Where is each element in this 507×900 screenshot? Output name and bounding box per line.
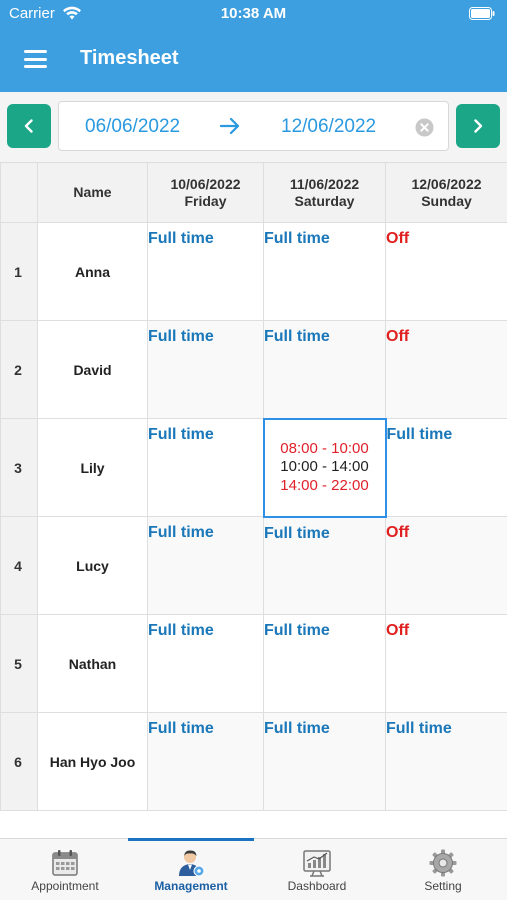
shift-cell[interactable]: Full time	[263, 222, 386, 321]
shift-cell[interactable]: Full time	[263, 320, 386, 419]
shift-label: Full time	[386, 426, 453, 443]
shift-cell[interactable]: Full time	[385, 418, 507, 517]
page-title: Timesheet	[80, 47, 179, 69]
day-header-date: 11/06/2022	[289, 175, 360, 192]
time-slot: 14:00 - 22:00	[280, 476, 369, 494]
calendar-icon	[52, 850, 78, 876]
shift-label: Full time	[264, 524, 330, 542]
shift-label: Full time	[386, 720, 452, 737]
day-header-weekday: Friday	[184, 192, 227, 209]
shift-label: Off	[386, 230, 410, 247]
day-header-date: 12/06/2022	[411, 175, 482, 192]
shift-cell[interactable]: Full time	[147, 516, 264, 615]
tab-label: Dashboard	[287, 879, 347, 893]
shift-label: Off	[386, 328, 410, 345]
shift-label: Full time	[148, 524, 214, 541]
shift-label: Full time	[148, 230, 214, 247]
index-column-header	[0, 162, 38, 223]
day-header-weekday: Sunday	[421, 192, 472, 209]
tab-label: Management	[154, 879, 228, 893]
row-index: 1	[0, 222, 38, 321]
shift-cell[interactable]: Off	[385, 516, 507, 615]
row-index: 6	[0, 712, 38, 811]
employee-name: Lily	[37, 418, 148, 517]
selected-shift-cell[interactable]: 08:00 - 10:00 10:00 - 14:00 14:00 - 22:0…	[262, 417, 387, 518]
tab-appointment[interactable]: Appointment	[2, 839, 128, 900]
gear-icon	[429, 849, 457, 877]
table-row: 6 Han Hyo Joo Full time Full time Full t…	[0, 712, 507, 811]
shift-cell[interactable]: Full time	[147, 320, 264, 419]
employee-name: David	[37, 320, 148, 419]
arrow-right-icon	[219, 117, 240, 135]
name-column-header: Name	[37, 162, 148, 223]
user-manager-icon	[179, 850, 205, 877]
employee-name: Anna	[37, 222, 148, 321]
day-header-weekday: Saturday	[294, 192, 355, 209]
clear-icon[interactable]	[415, 118, 434, 137]
chart-dashboard-icon	[303, 850, 331, 877]
shift-label: Full time	[264, 622, 330, 639]
previous-week-button[interactable]	[7, 104, 51, 148]
shift-label: Full time	[264, 720, 330, 737]
shift-cell[interactable]: Full time	[385, 712, 507, 811]
day-column-header: 10/06/2022 Friday	[147, 162, 264, 223]
table-row: 4 Lucy Full time Full time Off	[0, 516, 507, 615]
shift-label: Full time	[264, 230, 330, 247]
tab-management[interactable]: Management	[128, 839, 254, 900]
status-bar: Carrier 10:38 AM	[0, 0, 507, 28]
date-to[interactable]: 12/06/2022	[281, 116, 376, 138]
shift-cell[interactable]: Off	[385, 320, 507, 419]
shift-cell[interactable]: Full time	[263, 516, 386, 615]
table-row: 3 Lily Full time 08:00 - 10:00 10:00 - 1…	[0, 417, 507, 518]
shift-cell[interactable]: Full time	[263, 614, 386, 713]
status-time: 10:38 AM	[220, 5, 287, 22]
day-column-header: 11/06/2022 Saturday	[263, 162, 386, 223]
timesheet-table: Name 10/06/2022 Friday 11/06/2022 Saturd…	[0, 162, 507, 812]
shift-cell[interactable]: Full time	[263, 712, 386, 811]
date-from[interactable]: 06/06/2022	[85, 116, 180, 138]
employee-name: Lucy	[37, 516, 148, 615]
shift-cell[interactable]: Full time	[147, 712, 264, 811]
chevron-right-icon	[474, 119, 483, 133]
shift-label: Full time	[264, 328, 330, 345]
shift-label: Full time	[148, 426, 214, 443]
chevron-left-icon	[24, 119, 33, 133]
shift-label: Full time	[148, 720, 214, 737]
table-row: 1 Anna Full time Full time Off	[0, 222, 507, 321]
tab-dashboard[interactable]: Dashboard	[254, 839, 380, 900]
app-header: Carrier 10:38 AM Timesheet	[0, 0, 507, 92]
tab-label: Appointment	[31, 879, 99, 893]
shift-cell[interactable]: Full time	[147, 222, 264, 321]
tab-label: Setting	[424, 879, 462, 893]
table-header-row: Name 10/06/2022 Friday 11/06/2022 Saturd…	[0, 162, 507, 223]
employee-name: Nathan	[37, 614, 148, 713]
shift-cell[interactable]: Full time	[147, 418, 264, 517]
shift-cell[interactable]: Off	[385, 614, 507, 713]
bottom-tab-bar: Appointment Management Dashboard Setting	[0, 838, 507, 900]
shift-label: Full time	[148, 622, 214, 639]
next-week-button[interactable]	[456, 104, 500, 148]
date-range-field[interactable]: 06/06/2022 12/06/2022	[58, 101, 449, 151]
time-slot: 10:00 - 14:00	[280, 458, 369, 476]
tab-setting[interactable]: Setting	[380, 839, 506, 900]
shift-cell[interactable]: Off	[385, 222, 507, 321]
employee-name: Han Hyo Joo	[37, 712, 148, 811]
time-slot: 08:00 - 10:00	[280, 439, 369, 457]
shift-label: Full time	[148, 328, 214, 345]
table-row: 5 Nathan Full time Full time Off	[0, 614, 507, 713]
battery-icon	[469, 7, 495, 20]
row-index: 5	[0, 614, 38, 713]
row-index: 4	[0, 516, 38, 615]
day-column-header: 12/06/2022 Sunday	[385, 162, 507, 223]
shift-label: Off	[386, 622, 410, 639]
row-index: 3	[0, 418, 38, 517]
shift-cell[interactable]: Full time	[147, 614, 264, 713]
row-index: 2	[0, 320, 38, 419]
shift-label: Off	[386, 524, 410, 541]
date-range-bar: 06/06/2022 12/06/2022	[0, 92, 507, 162]
table-row: 2 David Full time Full time Off	[0, 320, 507, 419]
nav-bar: Timesheet	[0, 28, 507, 92]
hamburger-menu-icon[interactable]	[24, 50, 47, 68]
day-header-date: 10/06/2022	[170, 175, 241, 192]
